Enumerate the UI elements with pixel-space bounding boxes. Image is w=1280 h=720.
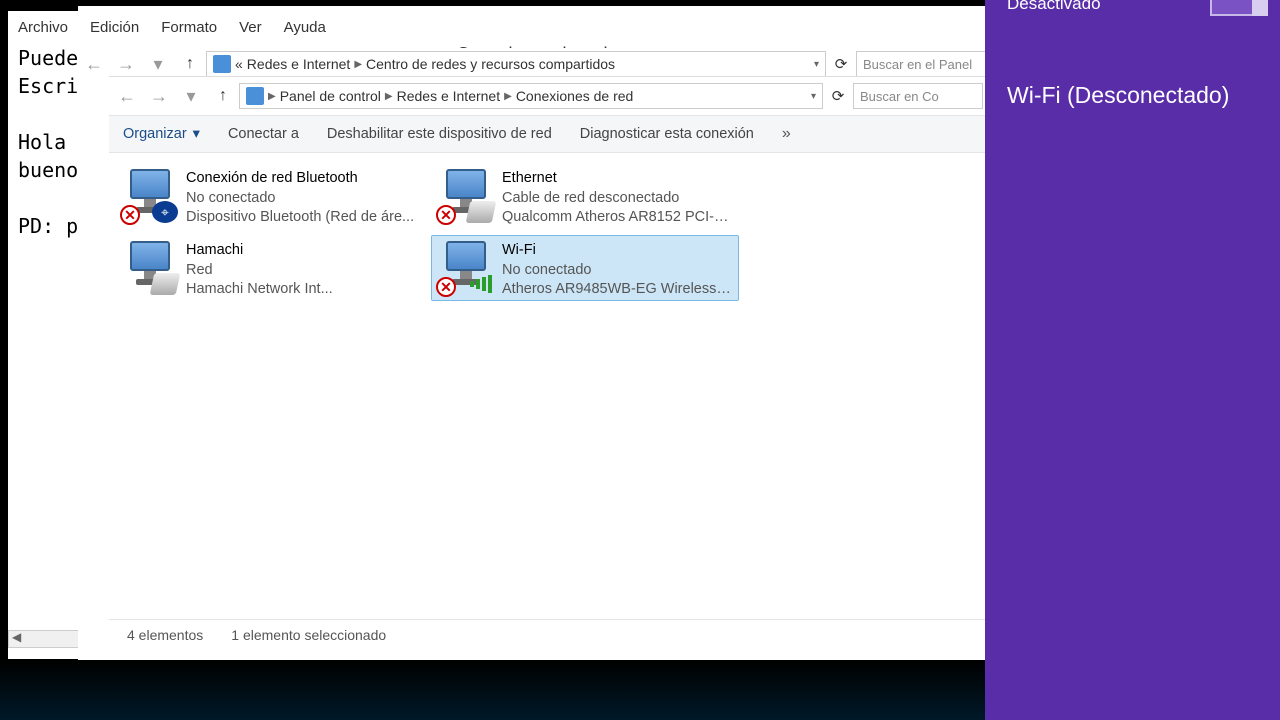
- chevron-right-icon[interactable]: ▶: [504, 91, 512, 102]
- chevron-right-icon[interactable]: ▶: [354, 59, 362, 70]
- disable-device-button[interactable]: Deshabilitar este dispositivo de red: [327, 126, 552, 142]
- menu-edicion[interactable]: Edición: [90, 19, 139, 36]
- nav-forward-button: →: [143, 82, 175, 110]
- refresh-button[interactable]: ⟳: [823, 87, 853, 105]
- control-panel-icon: [213, 55, 231, 73]
- menu-formato[interactable]: Formato: [161, 19, 217, 36]
- chevron-down-icon[interactable]: ▾: [814, 59, 819, 70]
- nav-up-button[interactable]: ↑: [207, 82, 239, 110]
- airplane-mode-toggle[interactable]: [1210, 0, 1268, 16]
- back-nav-back[interactable]: ←: [78, 50, 110, 78]
- front-addressbar-row: ← → ▾ ↑ ▶ Panel de control ▶ Redes e Int…: [109, 77, 985, 115]
- menu-archivo[interactable]: Archivo: [18, 19, 68, 36]
- status-count: 4 elementos: [127, 627, 203, 643]
- explorer-toolbar: Organizar ▾ Conectar a Deshabilitar este…: [109, 115, 985, 153]
- network-connections-window: ← → ▾ ↑ ▶ Panel de control ▶ Redes e Int…: [109, 76, 985, 659]
- crumb-panel[interactable]: Panel de control: [280, 88, 381, 104]
- menu-ayuda[interactable]: Ayuda: [284, 19, 326, 36]
- back-refresh-button[interactable]: ⟳: [826, 55, 856, 73]
- ethernet-icon: [150, 273, 181, 295]
- connection-status: Cable de red desconectado: [502, 189, 734, 209]
- connection-device: Atheros AR9485WB-EG Wireless N...: [502, 280, 734, 300]
- connection-status: No conectado: [502, 261, 734, 281]
- back-address-bar[interactable]: « Redes e Internet ▶ Centro de redes y r…: [206, 51, 826, 77]
- disconnected-icon: ✕: [120, 205, 140, 225]
- control-panel-icon: [246, 87, 264, 105]
- connection-item[interactable]: ✕ EthernetCable de red desconectadoQualco…: [431, 163, 739, 229]
- connection-status: No conectado: [186, 189, 418, 209]
- status-selected: 1 elemento seleccionado: [231, 627, 386, 643]
- connection-device: Qualcomm Atheros AR8152 PCI-E...: [502, 208, 734, 228]
- connection-status: Red: [186, 261, 418, 281]
- wifi-icon: [468, 273, 494, 295]
- network-adapter-icon: ✕: [436, 239, 494, 297]
- chevron-right-icon[interactable]: ▶: [268, 91, 276, 102]
- search-input[interactable]: Buscar en Co: [853, 83, 983, 109]
- crumb[interactable]: «: [235, 56, 243, 72]
- nav-back-button[interactable]: ←: [111, 82, 143, 110]
- notepad-menubar[interactable]: Archivo Edición Formato Ver Ayuda: [8, 12, 988, 42]
- crumb[interactable]: Centro de redes y recursos compartidos: [366, 56, 615, 72]
- chevron-right-icon[interactable]: ▶: [385, 91, 393, 102]
- toolbar-overflow[interactable]: »: [782, 125, 791, 143]
- back-nav-recent[interactable]: ▾: [142, 50, 174, 78]
- diagnose-button[interactable]: Diagnosticar esta conexión: [580, 126, 754, 142]
- network-adapter-icon: ✕: [436, 167, 494, 225]
- bluetooth-icon: ⌖: [152, 201, 178, 223]
- connection-name: Ethernet: [502, 169, 734, 189]
- address-bar[interactable]: ▶ Panel de control ▶ Redes e Internet ▶ …: [239, 83, 823, 109]
- network-flyout[interactable]: Desactivado Wi-Fi (Desconectado): [985, 0, 1280, 720]
- disconnected-icon: ✕: [436, 205, 456, 225]
- connection-device: Hamachi Network Int...: [186, 280, 418, 300]
- network-adapter-icon: [120, 239, 178, 297]
- connection-name: Conexión de red Bluetooth: [186, 169, 418, 189]
- chevron-down-icon[interactable]: ▾: [811, 91, 816, 102]
- desktop-bg: [0, 660, 985, 720]
- network-adapter-icon: ✕⌖: [120, 167, 178, 225]
- connection-device: Dispositivo Bluetooth (Red de áre...: [186, 208, 418, 228]
- crumb-redes[interactable]: Redes e Internet: [397, 88, 501, 104]
- back-search-input[interactable]: Buscar en el Panel: [856, 51, 986, 77]
- nav-recent-button[interactable]: ▾: [175, 82, 207, 110]
- menu-ver[interactable]: Ver: [239, 19, 262, 36]
- disconnected-icon: ✕: [436, 277, 456, 297]
- ethernet-icon: [466, 201, 497, 223]
- connection-item[interactable]: ✕ Wi-FiNo conectadoAtheros AR9485WB-EG Wi…: [431, 235, 739, 301]
- crumb-conexiones[interactable]: Conexiones de red: [516, 88, 634, 104]
- connect-to-button[interactable]: Conectar a: [228, 126, 299, 142]
- connections-pane[interactable]: ✕⌖Conexión de red BluetoothNo conectadoD…: [109, 153, 985, 619]
- wifi-section-header[interactable]: Wi-Fi (Desconectado): [1007, 82, 1280, 109]
- back-nav-up[interactable]: ↑: [174, 50, 206, 78]
- connection-item[interactable]: HamachiRedHamachi Network Int...: [115, 235, 423, 301]
- notepad-text[interactable]: Puede Escri Hola bueno PD: p: [18, 44, 80, 644]
- status-bar: 4 elementos 1 elemento seleccionado: [109, 619, 985, 649]
- connection-name: Hamachi: [186, 241, 418, 261]
- back-nav-fwd: →: [110, 50, 142, 78]
- crumb[interactable]: Redes e Internet: [247, 56, 351, 72]
- connection-item[interactable]: ✕⌖Conexión de red BluetoothNo conectadoD…: [115, 163, 423, 229]
- connection-name: Wi-Fi: [502, 241, 734, 261]
- organize-menu[interactable]: Organizar ▾: [123, 126, 200, 142]
- chevron-down-icon: ▾: [193, 126, 200, 142]
- notepad-hscroll[interactable]: [8, 630, 80, 648]
